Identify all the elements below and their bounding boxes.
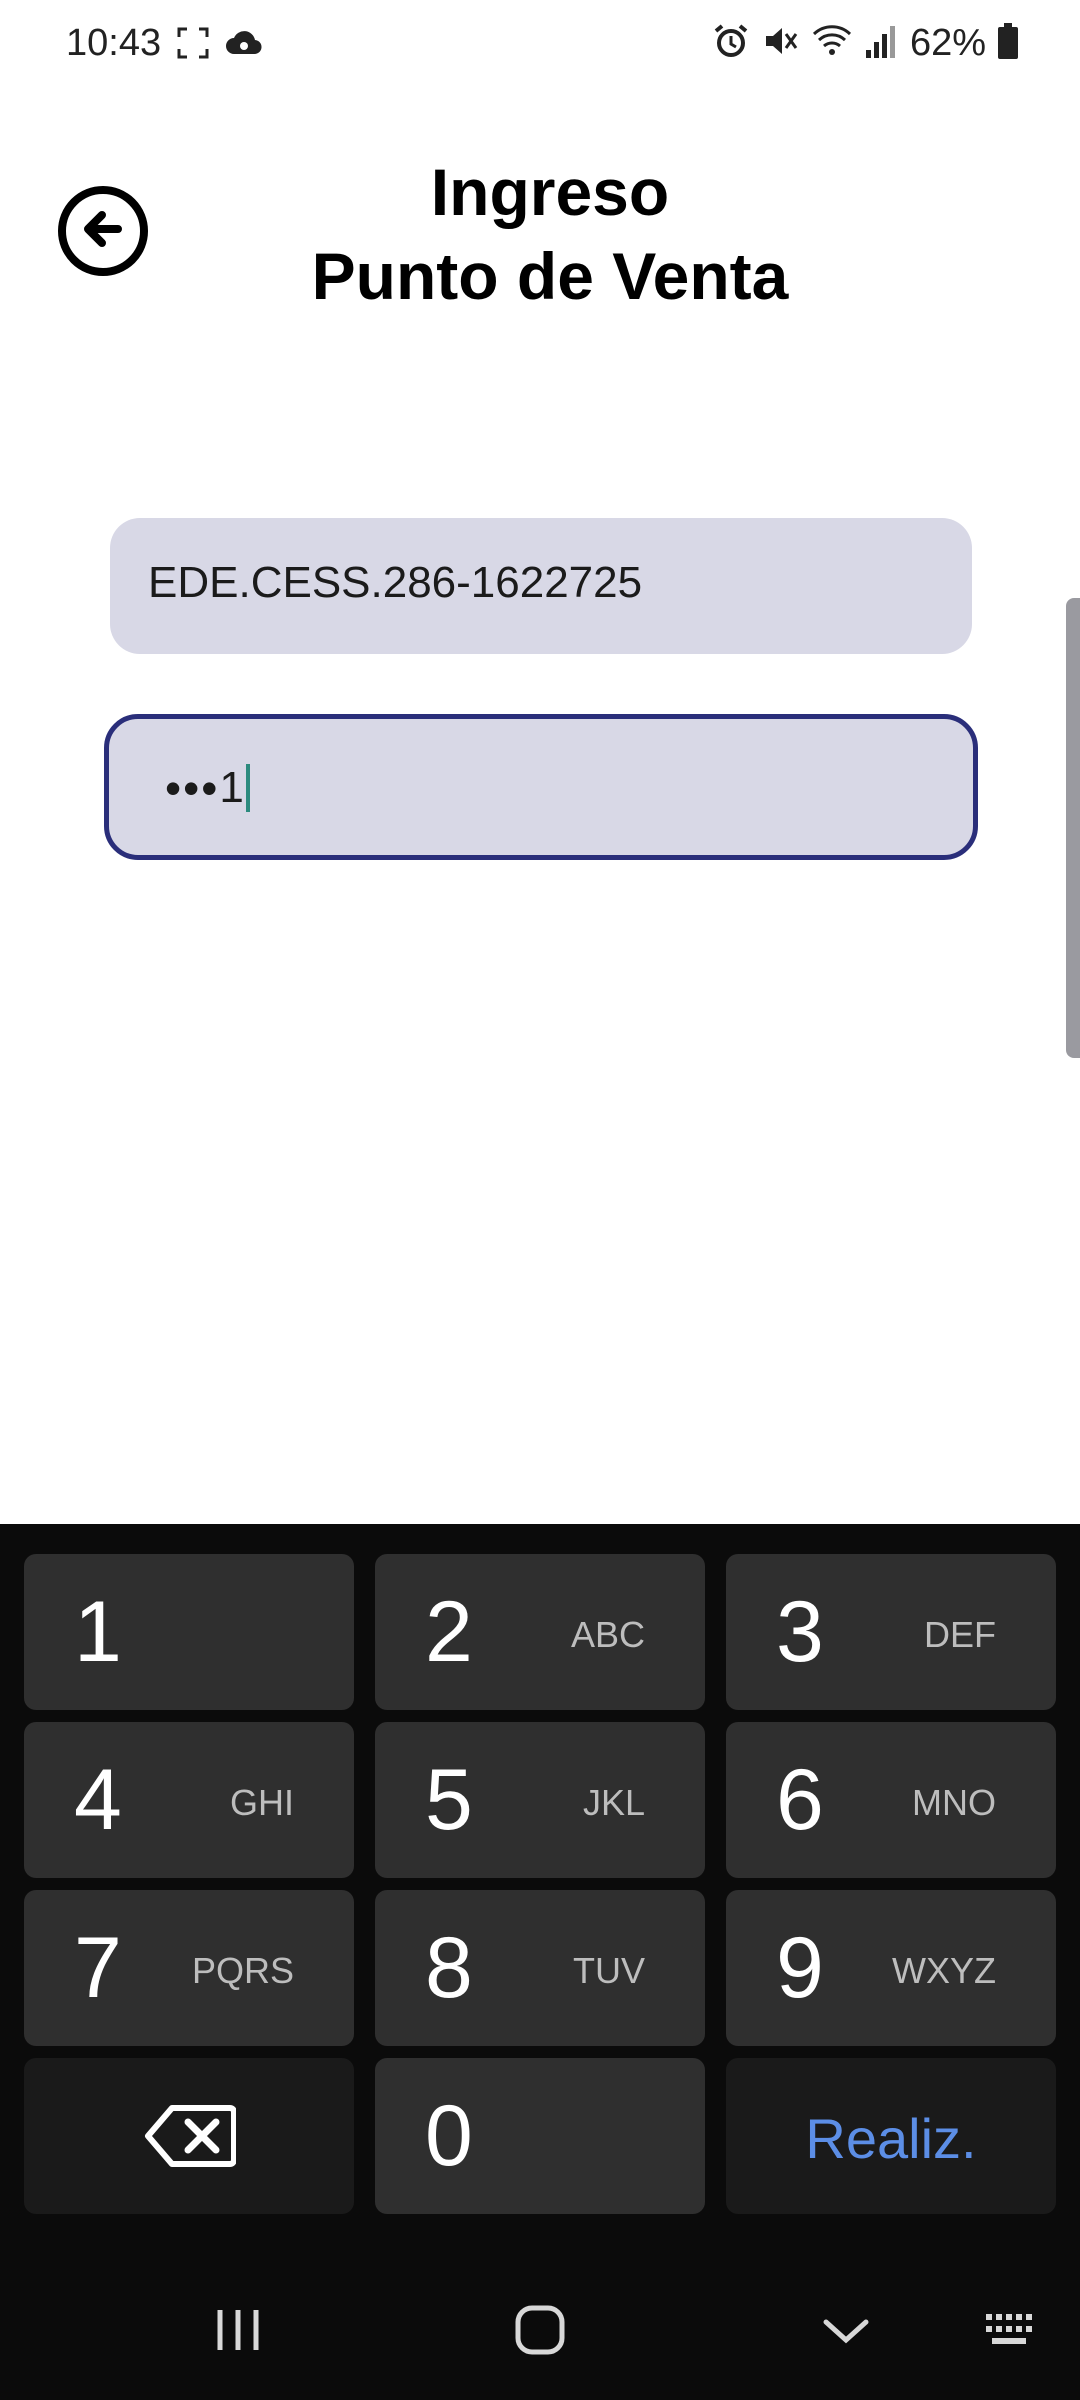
numeric-keyboard: 1 2 ABC 3 DEF 4 GHI 5 JKL 6 MNO 7 PQRS 8… <box>0 1524 1080 2400</box>
keyboard-switch-icon[interactable] <box>982 2302 1042 2363</box>
password-mask: ••• <box>165 762 220 814</box>
signal-icon <box>864 22 898 65</box>
home-icon[interactable] <box>512 2302 570 2363</box>
key-digit: 4 <box>74 1752 122 1848</box>
hide-keyboard-icon[interactable] <box>818 2302 874 2363</box>
key-digit: 9 <box>776 1920 824 2016</box>
screenshot-icon <box>176 26 210 65</box>
key-letters: MNO <box>912 1782 996 1823</box>
status-time: 10:43 <box>66 22 162 64</box>
text-caret <box>245 764 250 812</box>
key-digit: 1 <box>74 1584 122 1680</box>
key-8[interactable]: 8 TUV <box>375 1890 705 2046</box>
key-7[interactable]: 7 PQRS <box>24 1890 354 2046</box>
key-0[interactable]: 0 <box>375 2058 705 2214</box>
cloud-sync-icon <box>224 28 264 63</box>
password-value: ••• 1 <box>165 761 250 815</box>
status-right: 62% <box>712 22 1018 65</box>
done-key[interactable]: Realiz. <box>726 2058 1056 2214</box>
alarm-icon <box>712 22 750 65</box>
username-field[interactable]: EDE.CESS.286-1622725 <box>110 518 972 654</box>
arrow-left-icon <box>78 204 128 259</box>
key-letters: PQRS <box>191 1950 294 1991</box>
backspace-icon <box>144 2104 237 2173</box>
status-left-icons <box>176 26 264 65</box>
key-letters: JKL <box>582 1782 645 1823</box>
key-digit: 8 <box>425 1920 473 2016</box>
scrollbar[interactable] <box>1066 598 1080 1058</box>
key-digit: 3 <box>776 1584 824 1680</box>
key-digit: 0 <box>425 2088 473 2184</box>
key-2[interactable]: 2 ABC <box>375 1554 705 1710</box>
done-label: Realiz. <box>805 2107 977 2170</box>
key-3[interactable]: 3 DEF <box>726 1554 1056 1710</box>
navigation-bar <box>0 2280 1080 2400</box>
battery-percentage: 62% <box>909 22 986 64</box>
password-field[interactable]: ••• 1 <box>104 714 978 860</box>
key-9[interactable]: 9 WXYZ <box>726 1890 1056 2046</box>
key-6[interactable]: 6 MNO <box>726 1722 1056 1878</box>
key-4[interactable]: 4 GHI <box>24 1722 354 1878</box>
mute-icon <box>762 22 800 65</box>
key-1[interactable]: 1 <box>24 1554 354 1710</box>
page-title: Ingreso Punto de Venta <box>240 150 860 318</box>
status-bar: 10:43 62% <box>0 0 1080 92</box>
key-letters: ABC <box>570 1614 645 1655</box>
key-digit: 5 <box>425 1752 473 1848</box>
key-letters: DEF <box>924 1614 996 1655</box>
wifi-icon <box>812 22 852 65</box>
page-title-line1: Ingreso <box>430 155 670 229</box>
key-digit: 7 <box>74 1920 122 2016</box>
backspace-key[interactable] <box>24 2058 354 2214</box>
key-letters: TUV <box>573 1950 645 1991</box>
username-value: EDE.CESS.286-1622725 <box>148 558 643 607</box>
key-letters: WXYZ <box>892 1950 996 1991</box>
key-5[interactable]: 5 JKL <box>375 1722 705 1878</box>
key-digit: 6 <box>776 1752 824 1848</box>
recent-apps-icon[interactable] <box>212 2302 264 2363</box>
battery-icon <box>998 23 1018 64</box>
key-digit: 2 <box>425 1584 473 1680</box>
key-letters: GHI <box>229 1782 294 1823</box>
back-button[interactable] <box>58 186 148 276</box>
password-last-char: 1 <box>219 763 244 812</box>
page-title-line2: Punto de Venta <box>311 239 789 313</box>
